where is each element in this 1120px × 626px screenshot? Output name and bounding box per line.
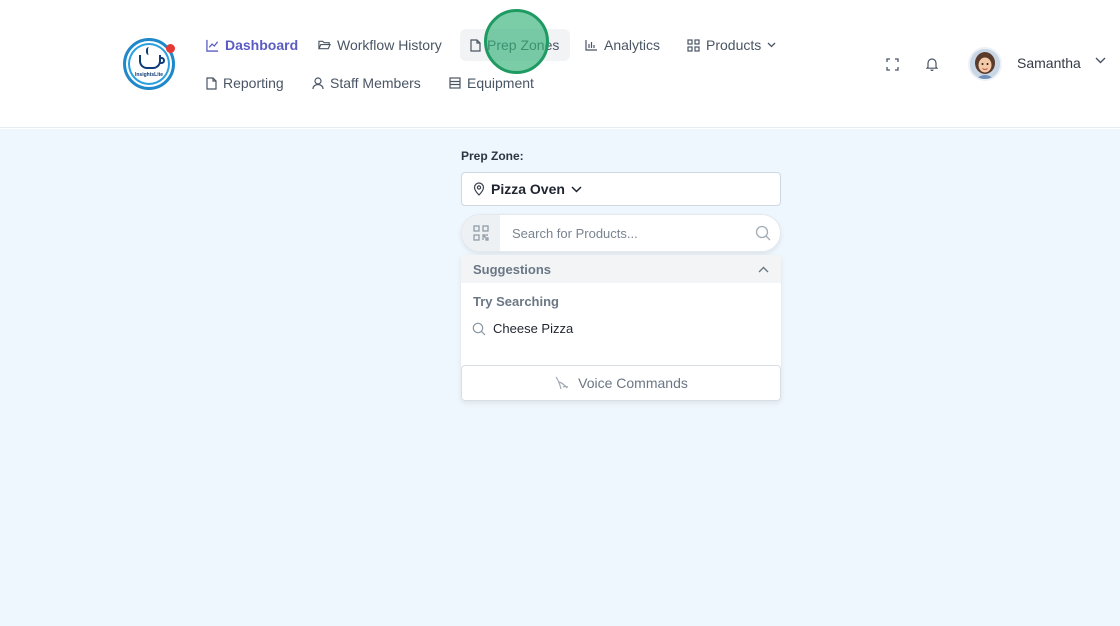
top-header: InsightsLite Dashboard Workflow History … xyxy=(0,0,1120,128)
product-search-bar xyxy=(461,214,781,252)
search-input[interactable] xyxy=(500,216,746,250)
file-icon xyxy=(206,76,217,90)
search-submit[interactable] xyxy=(746,225,780,241)
chevron-down-icon xyxy=(767,42,776,48)
nav-analytics-label: Analytics xyxy=(604,37,661,53)
steam-shape xyxy=(146,47,152,55)
suggestions-panel: Suggestions Try Searching Cheese Pizza V… xyxy=(461,255,781,401)
voice-wave-icon xyxy=(555,376,569,390)
search-icon xyxy=(755,225,771,241)
file-icon xyxy=(470,38,481,52)
avatar[interactable] xyxy=(968,47,1002,81)
nav-dashboard[interactable]: Dashboard xyxy=(206,30,298,60)
user-name[interactable]: Samantha xyxy=(1017,55,1081,71)
cup-handle-shape xyxy=(159,57,165,64)
user-icon xyxy=(312,76,324,89)
prep-zone-select[interactable]: Pizza Oven xyxy=(461,172,781,206)
nav-equipment[interactable]: Equipment xyxy=(449,68,534,98)
location-pin-icon xyxy=(473,182,485,196)
bell-icon xyxy=(926,58,938,71)
user-avatar-icon xyxy=(970,49,1000,79)
logo-dot xyxy=(166,44,175,53)
search-icon xyxy=(472,322,486,335)
suggestions-title: Suggestions xyxy=(473,261,552,277)
nav-analytics[interactable]: Analytics xyxy=(585,30,660,60)
folder-open-icon xyxy=(318,40,331,50)
prep-zone-value: Pizza Oven xyxy=(491,181,565,197)
suggestion-item-label: Cheese Pizza xyxy=(493,321,574,336)
voice-commands-label: Voice Commands xyxy=(578,375,688,391)
chevron-down-icon xyxy=(571,185,582,193)
nav-staff-members[interactable]: Staff Members xyxy=(312,68,421,98)
notifications-button[interactable] xyxy=(922,54,942,74)
bar-chart-icon xyxy=(585,40,597,51)
fullscreen-button[interactable] xyxy=(882,54,902,74)
suggestions-header[interactable]: Suggestions xyxy=(461,255,781,283)
qr-code-icon xyxy=(473,225,489,241)
nav-prep-zones-label: Prep Zones xyxy=(487,37,560,53)
grid-icon xyxy=(687,38,700,52)
nav-products-label: Products xyxy=(706,37,762,53)
qr-scan-button[interactable] xyxy=(462,215,500,251)
nav-reporting[interactable]: Reporting xyxy=(206,68,284,98)
nav-dashboard-label: Dashboard xyxy=(225,37,299,53)
nav-equipment-label: Equipment xyxy=(467,75,534,91)
logo-text: InsightsLite xyxy=(134,72,164,78)
prep-zone-label: Prep Zone: xyxy=(461,149,524,163)
nav-reporting-label: Reporting xyxy=(223,75,284,91)
cup-shape xyxy=(139,55,161,69)
chart-line-icon xyxy=(206,39,219,52)
chevron-down-icon[interactable] xyxy=(1095,57,1106,64)
nav-workflow-history-label: Workflow History xyxy=(337,37,442,53)
nav-prep-zones[interactable]: Prep Zones xyxy=(460,29,570,61)
try-searching-label: Try Searching xyxy=(473,294,559,309)
nav-products[interactable]: Products xyxy=(687,30,776,60)
voice-commands-button[interactable]: Voice Commands xyxy=(461,365,781,401)
chevron-up-icon xyxy=(758,266,769,272)
fullscreen-icon xyxy=(885,57,899,71)
nav-staff-members-label: Staff Members xyxy=(330,75,421,91)
nav-workflow-history[interactable]: Workflow History xyxy=(318,30,442,60)
list-icon xyxy=(449,77,461,89)
suggestion-item[interactable]: Cheese Pizza xyxy=(472,321,573,336)
